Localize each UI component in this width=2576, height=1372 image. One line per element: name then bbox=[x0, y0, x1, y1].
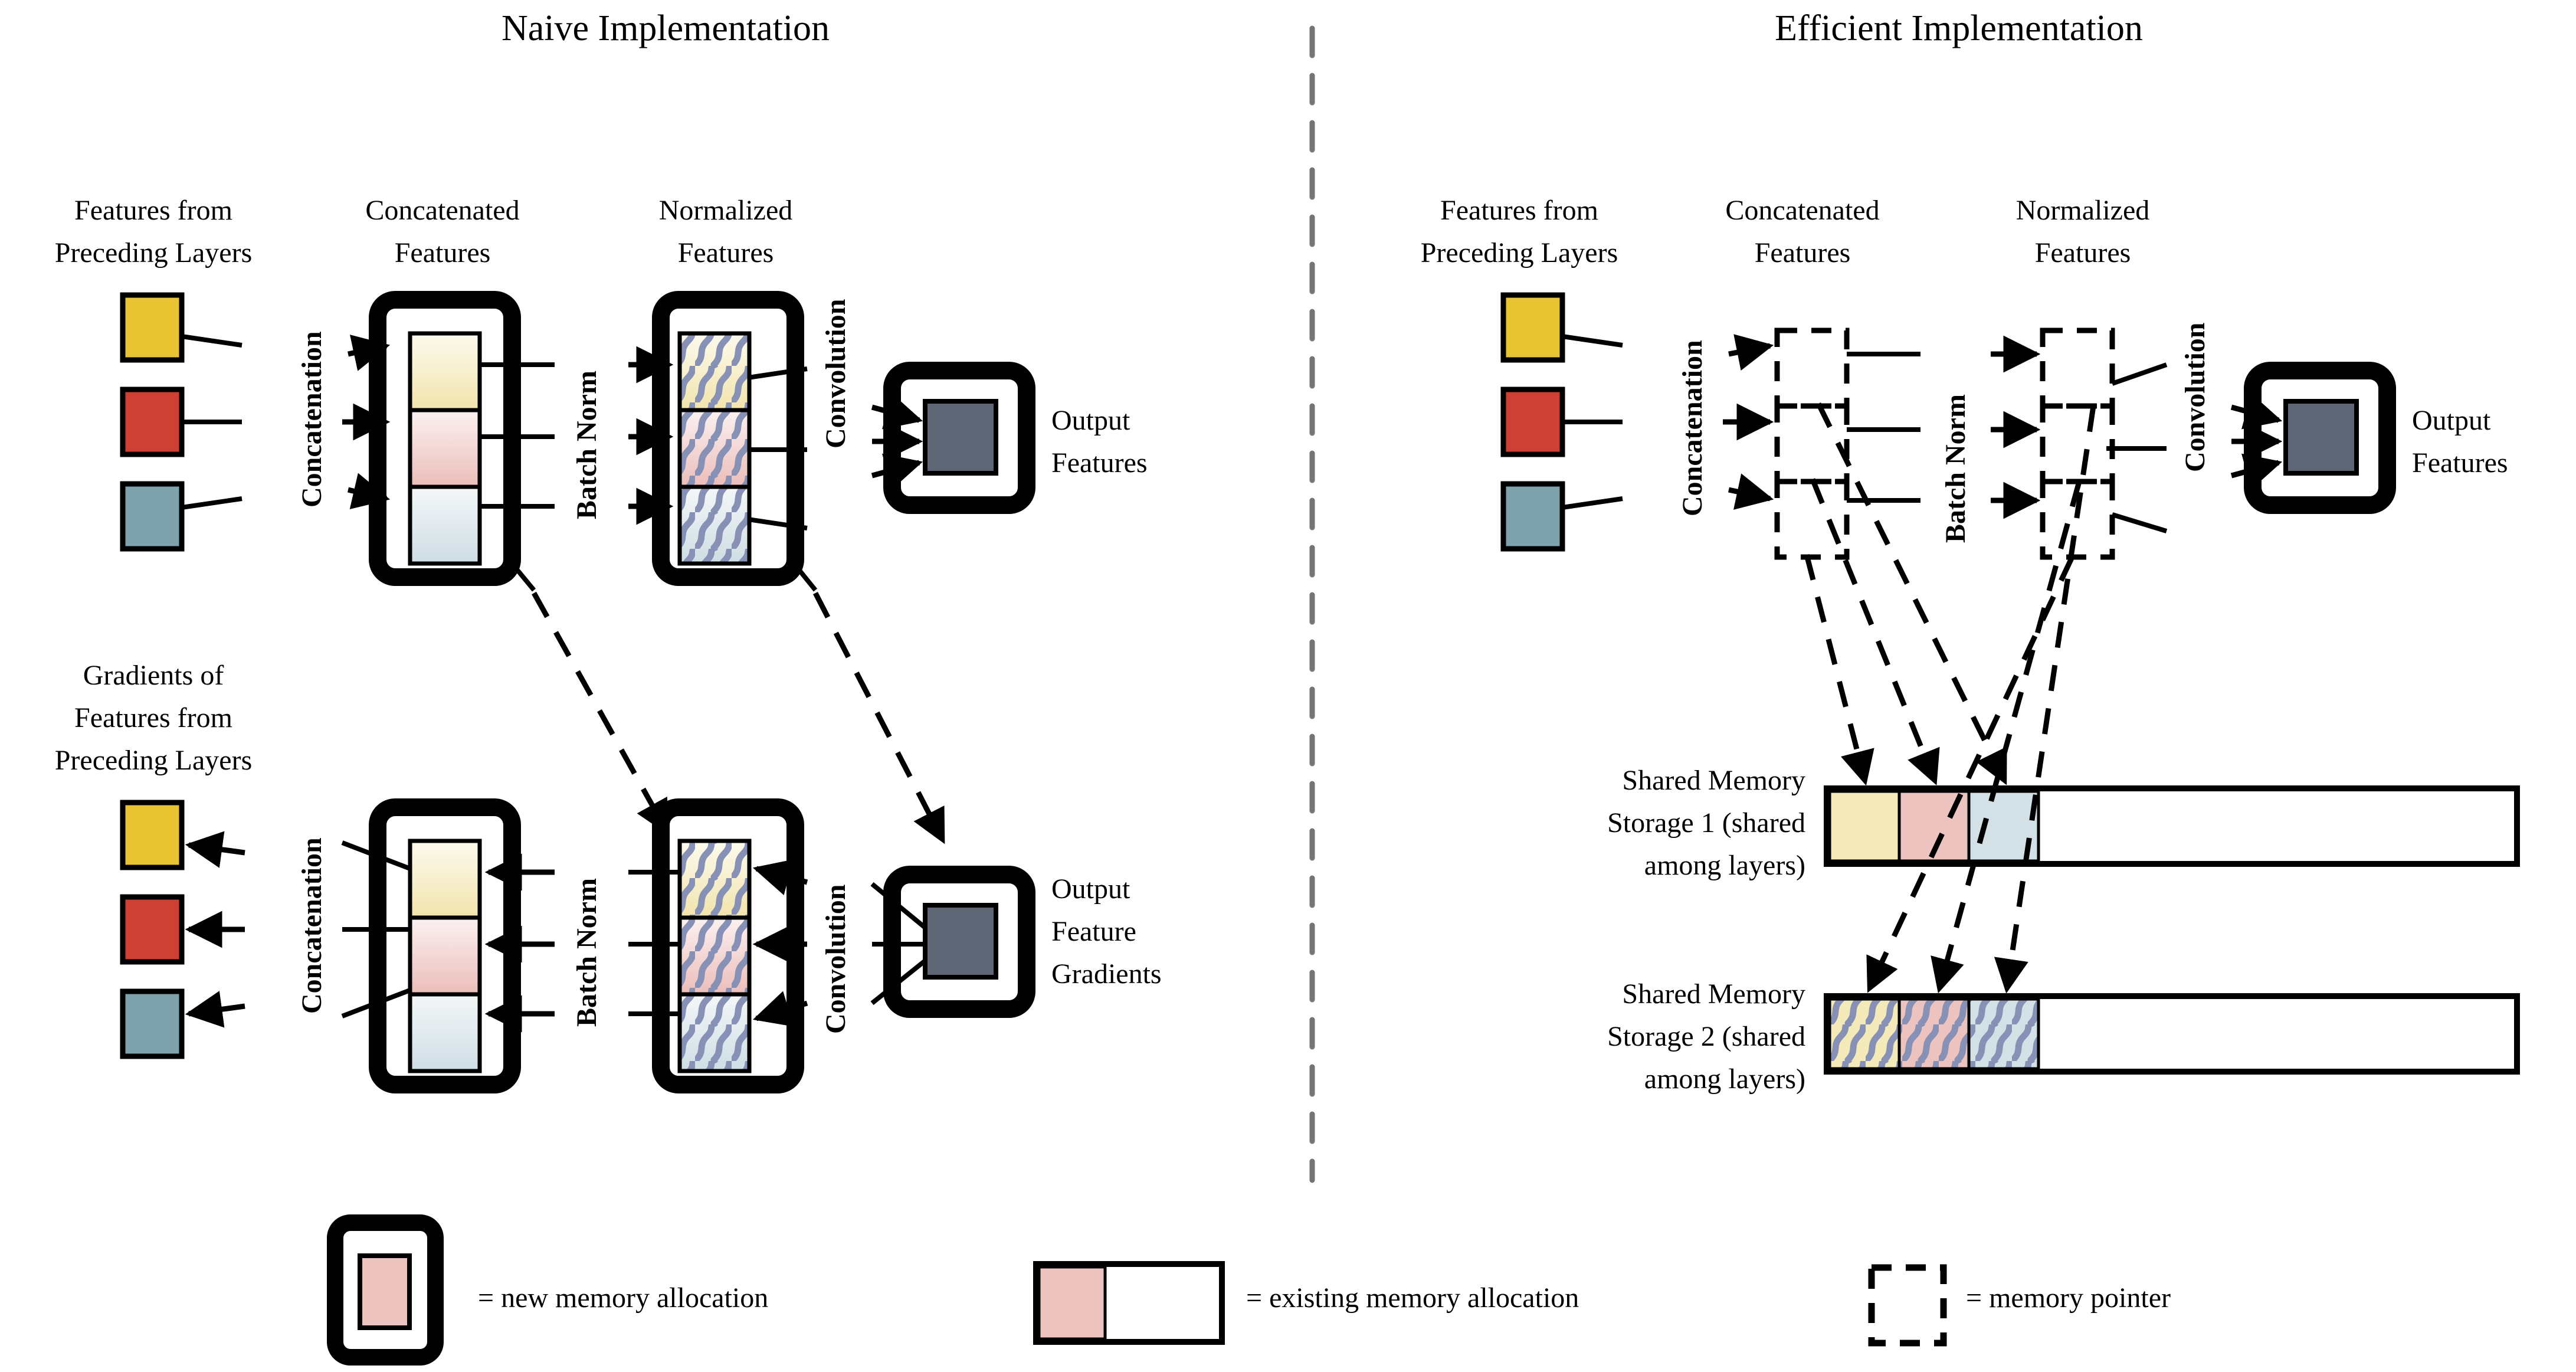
legend-item-new-allocation: = new memory allocation bbox=[327, 1214, 768, 1366]
dashed-trace-concat-to-gradconcat bbox=[532, 591, 669, 836]
input-block-red bbox=[120, 387, 185, 457]
legend-text-memory-pointer: = memory pointer bbox=[1966, 1282, 2171, 1314]
norm-segment-yellow-fwd bbox=[677, 331, 752, 412]
gradconcat-segment-pink bbox=[408, 915, 482, 997]
norm-segment-pink-fwd bbox=[677, 408, 752, 489]
storage1-segment-yellow bbox=[1828, 790, 1901, 863]
concat-segment-pink-fwd bbox=[408, 408, 482, 489]
grad-col-label-line1: Gradients of bbox=[83, 660, 224, 691]
col-label-features-line1: Features from bbox=[74, 195, 232, 226]
storage2-label-line2: Storage 2 (shared bbox=[1607, 1021, 1805, 1052]
output-features-block-fwd bbox=[923, 399, 998, 476]
output-label-bwd-line1: Output bbox=[1051, 873, 1130, 905]
legend-icon-dashed-rect bbox=[1868, 1264, 1947, 1347]
legend-text-existing-allocation: = existing memory allocation bbox=[1246, 1282, 1579, 1314]
memory-pointer-norm-pink bbox=[2040, 403, 2115, 484]
memory-pointer-norm-yellow bbox=[2040, 328, 2115, 409]
legend-icon-pink-block bbox=[358, 1253, 412, 1330]
eff-col-label-concat-line1: Concatenated bbox=[1725, 195, 1879, 226]
op-label-concatenation-bwd: Concatenation bbox=[296, 837, 327, 1014]
storage1-label-line3: among layers) bbox=[1644, 850, 1805, 881]
storage2-segment-blue bbox=[1967, 997, 2040, 1070]
input-block-yellow bbox=[120, 292, 185, 363]
legend-text-new-allocation: = new memory allocation bbox=[478, 1282, 768, 1314]
grad-col-label-line2: Features from bbox=[74, 702, 232, 734]
concat-segment-blue-fwd bbox=[408, 484, 482, 566]
storage1-label-line2: Storage 1 (shared bbox=[1607, 807, 1805, 839]
memory-pointer-concat-blue bbox=[1774, 479, 1850, 560]
right-panel-title: Efficient Implementation bbox=[1775, 8, 2143, 48]
output-label-fwd-line2: Features bbox=[1051, 447, 1148, 479]
output-label-fwd-line1: Output bbox=[1051, 405, 1130, 436]
gradnorm-segment-blue bbox=[677, 992, 752, 1073]
efficient-group: Features from Preceding Layers Concatena… bbox=[1421, 195, 2520, 1095]
naive-forward-group: Features from Preceding Layers Concatena… bbox=[55, 195, 1148, 592]
pointer-arrows-norm-to-storage2 bbox=[1866, 405, 2096, 994]
col-label-norm-line2: Features bbox=[678, 237, 774, 268]
input-block-teal bbox=[120, 481, 185, 552]
eff-op-label-batchnorm: Batch Norm bbox=[1940, 394, 1971, 543]
concat-segment-yellow-fwd bbox=[408, 331, 482, 412]
eff-col-label-norm-line2: Features bbox=[2035, 237, 2131, 268]
storage2-segment-pink bbox=[1897, 997, 1971, 1070]
storage2-label-line3: among layers) bbox=[1644, 1063, 1805, 1095]
output-feature-gradients-block bbox=[923, 903, 998, 980]
eff-input-block-red bbox=[1500, 387, 1565, 457]
legend-item-existing-allocation: = existing memory allocation bbox=[1033, 1261, 1579, 1345]
grad-col-label-line3: Preceding Layers bbox=[55, 745, 253, 776]
gradconcat-segment-blue bbox=[408, 992, 482, 1073]
col-label-concat-line2: Features bbox=[395, 237, 491, 268]
storage2-label-line1: Shared Memory bbox=[1622, 978, 1805, 1010]
grad-block-teal bbox=[120, 988, 185, 1059]
eff-col-label-features-line1: Features from bbox=[1440, 195, 1598, 226]
eff-output-label-line2: Features bbox=[2412, 447, 2508, 479]
shared-memory-storage-2 bbox=[1824, 993, 2520, 1075]
shared-memory-storage-1 bbox=[1824, 785, 2520, 867]
eff-col-label-features-line2: Preceding Layers bbox=[1421, 237, 1618, 268]
col-label-features-line2: Preceding Layers bbox=[55, 237, 253, 268]
op-label-convolution-fwd: Convolution bbox=[820, 299, 851, 448]
eff-output-features-block bbox=[2283, 399, 2359, 476]
norm-segment-blue-fwd bbox=[677, 484, 752, 566]
storage1-label-line1: Shared Memory bbox=[1622, 765, 1805, 796]
eff-col-label-concat-line2: Features bbox=[1755, 237, 1851, 268]
eff-input-block-teal bbox=[1500, 481, 1565, 552]
eff-output-label-line1: Output bbox=[2412, 405, 2491, 436]
gradnorm-segment-pink bbox=[677, 915, 752, 997]
eff-op-label-concatenation: Concatenation bbox=[1677, 340, 1708, 516]
op-label-convolution-bwd: Convolution bbox=[820, 885, 851, 1034]
output-label-bwd-line2: Feature bbox=[1051, 916, 1136, 947]
legend: = new memory allocation = existing memor… bbox=[327, 1214, 2171, 1366]
dashed-trace-norm-to-gradoutput bbox=[813, 591, 945, 844]
eff-op-label-convolution: Convolution bbox=[2180, 323, 2211, 472]
legend-item-memory-pointer: = memory pointer bbox=[1868, 1264, 2171, 1347]
memory-pointer-concat-yellow bbox=[1774, 328, 1850, 409]
col-label-norm-line1: Normalized bbox=[659, 195, 793, 226]
grad-block-red bbox=[120, 894, 185, 965]
storage2-segment-yellow bbox=[1828, 997, 1901, 1070]
densenet-memory-diagram: Naive Implementation Efficient Implement… bbox=[55, 8, 2520, 1366]
op-label-batchnorm-fwd: Batch Norm bbox=[571, 371, 602, 519]
col-label-concat-line1: Concatenated bbox=[365, 195, 519, 226]
grad-block-yellow bbox=[120, 800, 185, 870]
left-panel-title: Naive Implementation bbox=[502, 8, 830, 48]
op-label-batchnorm-bwd: Batch Norm bbox=[571, 878, 602, 1027]
pointer-arrows-concat-to-storage1 bbox=[1804, 402, 2007, 786]
eff-input-block-yellow bbox=[1500, 292, 1565, 363]
legend-icon-existing-fill bbox=[1037, 1265, 1107, 1341]
output-label-bwd-line3: Gradients bbox=[1051, 958, 1162, 990]
op-label-concatenation-fwd: Concatenation bbox=[296, 331, 327, 507]
gradnorm-segment-yellow bbox=[677, 839, 752, 920]
eff-col-label-norm-line1: Normalized bbox=[2016, 195, 2150, 226]
gradconcat-segment-yellow bbox=[408, 839, 482, 920]
